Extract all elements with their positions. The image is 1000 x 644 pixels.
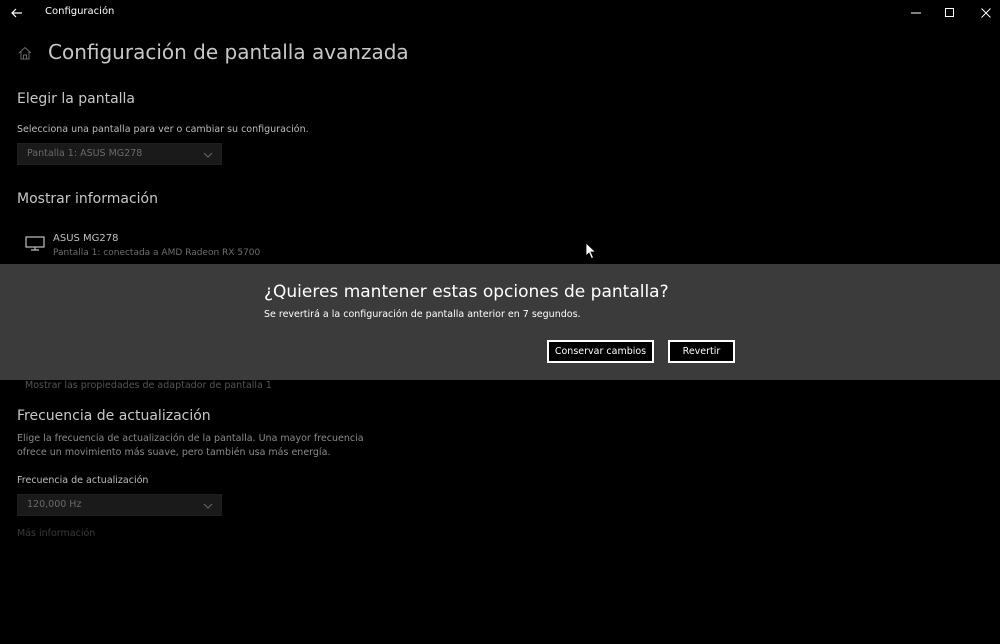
minimize-icon	[911, 12, 921, 13]
more-info-link[interactable]: Más información	[17, 528, 95, 539]
monitor-detail: Pantalla 1: conectada a AMD Radeon RX 57…	[53, 248, 261, 258]
monitor-icon	[25, 236, 45, 251]
dialog-message: Se revertirá a la configuración de panta…	[264, 309, 581, 320]
refresh-rate-heading: Frecuencia de actualización	[17, 408, 211, 424]
chevron-down-icon	[203, 152, 213, 158]
monitor-name: ASUS MG278	[53, 233, 119, 244]
refresh-description-line2: ofrece un movimiento más suave, pero tam…	[17, 447, 331, 458]
display-select[interactable]: Pantalla 1: ASUS MG278	[17, 143, 222, 165]
back-button[interactable]	[4, 0, 30, 25]
refresh-rate-label: Frecuencia de actualización	[17, 475, 149, 486]
maximize-icon	[945, 7, 954, 17]
page-title: Configuración de pantalla avanzada	[48, 40, 409, 64]
display-select-value: Pantalla 1: ASUS MG278	[27, 148, 143, 159]
adapter-properties-link[interactable]: Mostrar las propiedades de adaptador de …	[25, 380, 272, 391]
keep-display-settings-dialog: ¿Quieres mantener estas opciones de pant…	[0, 264, 1000, 380]
refresh-description-line1: Elige la frecuencia de actualización de …	[17, 433, 364, 444]
chevron-down-icon	[203, 503, 213, 509]
refresh-rate-select[interactable]: 120,000 Hz	[17, 494, 222, 516]
choose-display-heading: Elegir la pantalla	[17, 91, 136, 107]
display-info-heading: Mostrar información	[17, 191, 158, 207]
back-arrow-icon	[11, 8, 22, 17]
mouse-cursor-icon	[585, 242, 597, 260]
refresh-rate-select-value: 120,000 Hz	[27, 499, 82, 510]
maximize-button[interactable]	[930, 0, 970, 25]
dialog-title: ¿Quieres mantener estas opciones de pant…	[264, 282, 669, 302]
choose-display-description: Selecciona una pantalla para ver o cambi…	[17, 124, 309, 135]
home-icon[interactable]	[17, 45, 33, 61]
keep-changes-button[interactable]: Conservar cambios	[547, 340, 654, 363]
close-icon	[981, 7, 991, 18]
close-button[interactable]	[966, 0, 1000, 25]
revert-button[interactable]: Revertir	[668, 340, 735, 363]
title-bar: Configuración	[0, 0, 1000, 25]
app-title: Configuración	[45, 6, 115, 17]
